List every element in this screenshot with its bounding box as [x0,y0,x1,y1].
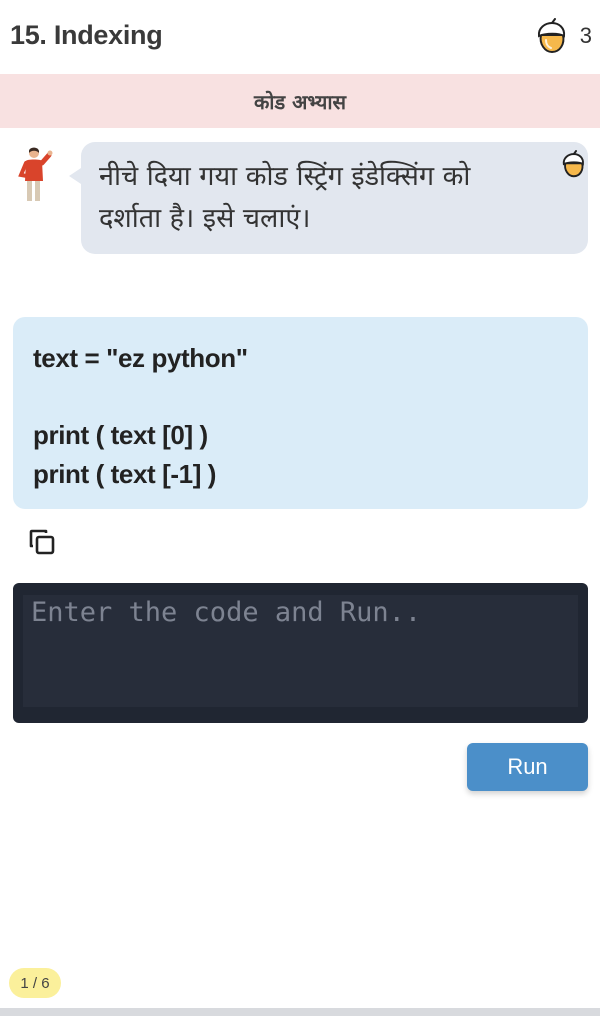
copy-icon[interactable] [28,528,56,556]
tutor-message: नीचे दिया गया कोड स्ट्रिंग इंडेक्सिंग को… [99,161,471,234]
code-line: text = "ez python" [33,343,248,373]
tutor-message-bubble: नीचे दिया गया कोड स्ट्रिंग इंडेक्सिंग को… [69,142,588,254]
run-button[interactable]: Run [467,743,588,791]
section-banner: कोड अभ्यास [0,74,600,128]
code-line: print ( text [-1] ) [33,458,217,489]
acorn-count: 3 [579,23,592,48]
header: 15. Indexing 3 [0,0,600,74]
bottom-bar [0,1008,600,1016]
teacher-avatar-icon [18,147,53,201]
acorn-icon [537,18,565,54]
code-input[interactable] [23,595,578,707]
page-indicator: 1 / 6 [9,968,61,998]
acorn-hint-icon[interactable] [560,150,586,178]
page-title: 15. Indexing [10,20,163,50]
code-line: print ( text [0] ) [33,420,208,450]
banner-label: कोड अभ्यास [253,89,347,114]
code-editor [13,583,588,723]
acorn-counter: 3 [534,16,592,56]
code-example: text = "ez python" print ( text [0] ) pr… [13,317,588,509]
